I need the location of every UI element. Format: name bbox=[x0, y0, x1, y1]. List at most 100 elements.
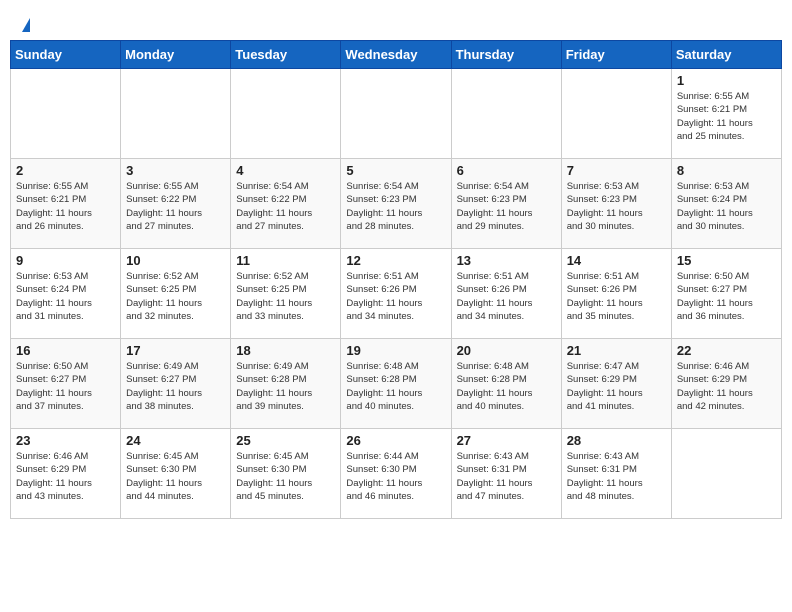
day-info: Sunrise: 6:52 AM Sunset: 6:25 PM Dayligh… bbox=[126, 270, 225, 323]
calendar-cell: 3Sunrise: 6:55 AM Sunset: 6:22 PM Daylig… bbox=[121, 159, 231, 249]
calendar-cell: 22Sunrise: 6:46 AM Sunset: 6:29 PM Dayli… bbox=[671, 339, 781, 429]
day-number: 17 bbox=[126, 343, 225, 358]
day-number: 5 bbox=[346, 163, 445, 178]
logo-triangle-icon bbox=[22, 18, 30, 32]
calendar-cell: 5 Sunrise: 6:54 AM Sunset: 6:23 PM Daylig… bbox=[341, 159, 451, 249]
day-number: 11 bbox=[236, 253, 335, 268]
calendar-cell: 25 Sunrise: 6:45 AM Sunset: 6:30 PM Dayli… bbox=[231, 429, 341, 519]
calendar-cell: 19 Sunrise: 6:48 AM Sunset: 6:28 PM Dayli… bbox=[341, 339, 451, 429]
day-number: 24 bbox=[126, 433, 225, 448]
calendar-cell: 11 Sunrise: 6:52 AM Sunset: 6:25 PM Dayli… bbox=[231, 249, 341, 339]
day-number: 28 bbox=[567, 433, 666, 448]
day-info: Sunrise: 6:54 AM Sunset: 6:22 PM Dayligh… bbox=[236, 180, 335, 233]
day-number: 20 bbox=[457, 343, 556, 358]
day-number: 19 bbox=[346, 343, 445, 358]
calendar-cell bbox=[11, 69, 121, 159]
day-number: 6 bbox=[457, 163, 556, 178]
day-info: Sunrise: 6:55 AM Sunset: 6:22 PM Dayligh… bbox=[126, 180, 225, 233]
day-number: 15 bbox=[677, 253, 776, 268]
day-info: Sunrise: 6:55 AM Sunset: 6:21 PM Dayligh… bbox=[677, 90, 776, 143]
day-info: Sunrise: 6:45 AM Sunset: 6:30 PM Dayligh… bbox=[236, 450, 335, 503]
day-info: Sunrise: 6:51 AM Sunset: 6:26 PM Dayligh… bbox=[567, 270, 666, 323]
day-info: Sunrise: 6:50 AM Sunset: 6:27 PM Dayligh… bbox=[677, 270, 776, 323]
calendar-cell: 28 Sunrise: 6:43 AM Sunset: 6:31 PM Dayli… bbox=[561, 429, 671, 519]
day-info: Sunrise: 6:47 AM Sunset: 6:29 PM Dayligh… bbox=[567, 360, 666, 413]
day-info: Sunrise: 6:53 AM Sunset: 6:24 PM Dayligh… bbox=[16, 270, 115, 323]
day-of-week-header: Saturday bbox=[671, 41, 781, 69]
day-number: 10 bbox=[126, 253, 225, 268]
day-number: 25 bbox=[236, 433, 335, 448]
calendar-cell: 14 Sunrise: 6:51 AM Sunset: 6:26 PM Dayli… bbox=[561, 249, 671, 339]
day-of-week-header: Monday bbox=[121, 41, 231, 69]
calendar-week-row: 16 Sunrise: 6:50 AM Sunset: 6:27 PM Dayli… bbox=[11, 339, 782, 429]
day-number: 1 bbox=[677, 73, 776, 88]
day-number: 9 bbox=[16, 253, 115, 268]
logo bbox=[20, 18, 30, 34]
calendar-cell: 27 Sunrise: 6:43 AM Sunset: 6:31 PM Dayli… bbox=[451, 429, 561, 519]
calendar-cell: 15 Sunrise: 6:50 AM Sunset: 6:27 PM Dayli… bbox=[671, 249, 781, 339]
day-info: Sunrise: 6:54 AM Sunset: 6:23 PM Dayligh… bbox=[457, 180, 556, 233]
calendar-cell: 12 Sunrise: 6:51 AM Sunset: 6:26 PM Dayli… bbox=[341, 249, 451, 339]
calendar-cell: 23Sunrise: 6:46 AM Sunset: 6:29 PM Dayli… bbox=[11, 429, 121, 519]
day-number: 21 bbox=[567, 343, 666, 358]
calendar-cell: 9 Sunrise: 6:53 AM Sunset: 6:24 PM Daylig… bbox=[11, 249, 121, 339]
day-info: Sunrise: 6:51 AM Sunset: 6:26 PM Dayligh… bbox=[346, 270, 445, 323]
calendar-header-row: SundayMondayTuesdayWednesdayThursdayFrid… bbox=[11, 41, 782, 69]
page-header bbox=[10, 10, 782, 40]
calendar-week-row: 9 Sunrise: 6:53 AM Sunset: 6:24 PM Daylig… bbox=[11, 249, 782, 339]
day-number: 7 bbox=[567, 163, 666, 178]
day-info: Sunrise: 6:53 AM Sunset: 6:24 PM Dayligh… bbox=[677, 180, 776, 233]
calendar-cell: 2 Sunrise: 6:55 AM Sunset: 6:21 PM Daylig… bbox=[11, 159, 121, 249]
day-info: Sunrise: 6:51 AM Sunset: 6:26 PM Dayligh… bbox=[457, 270, 556, 323]
day-number: 16 bbox=[16, 343, 115, 358]
day-info: Sunrise: 6:48 AM Sunset: 6:28 PM Dayligh… bbox=[457, 360, 556, 413]
day-info: Sunrise: 6:43 AM Sunset: 6:31 PM Dayligh… bbox=[457, 450, 556, 503]
day-number: 14 bbox=[567, 253, 666, 268]
calendar-cell: 10 Sunrise: 6:52 AM Sunset: 6:25 PM Dayli… bbox=[121, 249, 231, 339]
day-number: 27 bbox=[457, 433, 556, 448]
calendar-table: SundayMondayTuesdayWednesdayThursdayFrid… bbox=[10, 40, 782, 519]
day-of-week-header: Friday bbox=[561, 41, 671, 69]
calendar-cell: 16 Sunrise: 6:50 AM Sunset: 6:27 PM Dayli… bbox=[11, 339, 121, 429]
day-info: Sunrise: 6:48 AM Sunset: 6:28 PM Dayligh… bbox=[346, 360, 445, 413]
day-of-week-header: Tuesday bbox=[231, 41, 341, 69]
day-number: 2 bbox=[16, 163, 115, 178]
day-number: 13 bbox=[457, 253, 556, 268]
day-info: Sunrise: 6:45 AM Sunset: 6:30 PM Dayligh… bbox=[126, 450, 225, 503]
calendar-cell bbox=[231, 69, 341, 159]
day-number: 23 bbox=[16, 433, 115, 448]
day-number: 12 bbox=[346, 253, 445, 268]
day-of-week-header: Thursday bbox=[451, 41, 561, 69]
calendar-cell: 8 Sunrise: 6:53 AM Sunset: 6:24 PM Daylig… bbox=[671, 159, 781, 249]
day-number: 18 bbox=[236, 343, 335, 358]
calendar-cell bbox=[341, 69, 451, 159]
calendar-cell: 24 Sunrise: 6:45 AM Sunset: 6:30 PM Dayli… bbox=[121, 429, 231, 519]
calendar-cell: 18 Sunrise: 6:49 AM Sunset: 6:28 PM Dayli… bbox=[231, 339, 341, 429]
calendar-cell: 13 Sunrise: 6:51 AM Sunset: 6:26 PM Dayli… bbox=[451, 249, 561, 339]
calendar-cell bbox=[121, 69, 231, 159]
calendar-week-row: 2 Sunrise: 6:55 AM Sunset: 6:21 PM Daylig… bbox=[11, 159, 782, 249]
day-info: Sunrise: 6:49 AM Sunset: 6:28 PM Dayligh… bbox=[236, 360, 335, 413]
day-info: Sunrise: 6:50 AM Sunset: 6:27 PM Dayligh… bbox=[16, 360, 115, 413]
calendar-week-row: 1 Sunrise: 6:55 AM Sunset: 6:21 PM Daylig… bbox=[11, 69, 782, 159]
calendar-cell: 4 Sunrise: 6:54 AM Sunset: 6:22 PM Daylig… bbox=[231, 159, 341, 249]
day-number: 26 bbox=[346, 433, 445, 448]
day-info: Sunrise: 6:43 AM Sunset: 6:31 PM Dayligh… bbox=[567, 450, 666, 503]
calendar-cell: 21 Sunrise: 6:47 AM Sunset: 6:29 PM Dayli… bbox=[561, 339, 671, 429]
calendar-cell: 26 Sunrise: 6:44 AM Sunset: 6:30 PM Dayli… bbox=[341, 429, 451, 519]
day-number: 8 bbox=[677, 163, 776, 178]
day-info: Sunrise: 6:49 AM Sunset: 6:27 PM Dayligh… bbox=[126, 360, 225, 413]
day-info: Sunrise: 6:53 AM Sunset: 6:23 PM Dayligh… bbox=[567, 180, 666, 233]
calendar-cell: 17 Sunrise: 6:49 AM Sunset: 6:27 PM Dayli… bbox=[121, 339, 231, 429]
day-of-week-header: Sunday bbox=[11, 41, 121, 69]
day-info: Sunrise: 6:55 AM Sunset: 6:21 PM Dayligh… bbox=[16, 180, 115, 233]
day-info: Sunrise: 6:44 AM Sunset: 6:30 PM Dayligh… bbox=[346, 450, 445, 503]
day-info: Sunrise: 6:46 AM Sunset: 6:29 PM Dayligh… bbox=[677, 360, 776, 413]
calendar-cell bbox=[671, 429, 781, 519]
day-number: 4 bbox=[236, 163, 335, 178]
calendar-week-row: 23Sunrise: 6:46 AM Sunset: 6:29 PM Dayli… bbox=[11, 429, 782, 519]
calendar-cell: 6 Sunrise: 6:54 AM Sunset: 6:23 PM Daylig… bbox=[451, 159, 561, 249]
day-info: Sunrise: 6:54 AM Sunset: 6:23 PM Dayligh… bbox=[346, 180, 445, 233]
day-of-week-header: Wednesday bbox=[341, 41, 451, 69]
day-info: Sunrise: 6:52 AM Sunset: 6:25 PM Dayligh… bbox=[236, 270, 335, 323]
